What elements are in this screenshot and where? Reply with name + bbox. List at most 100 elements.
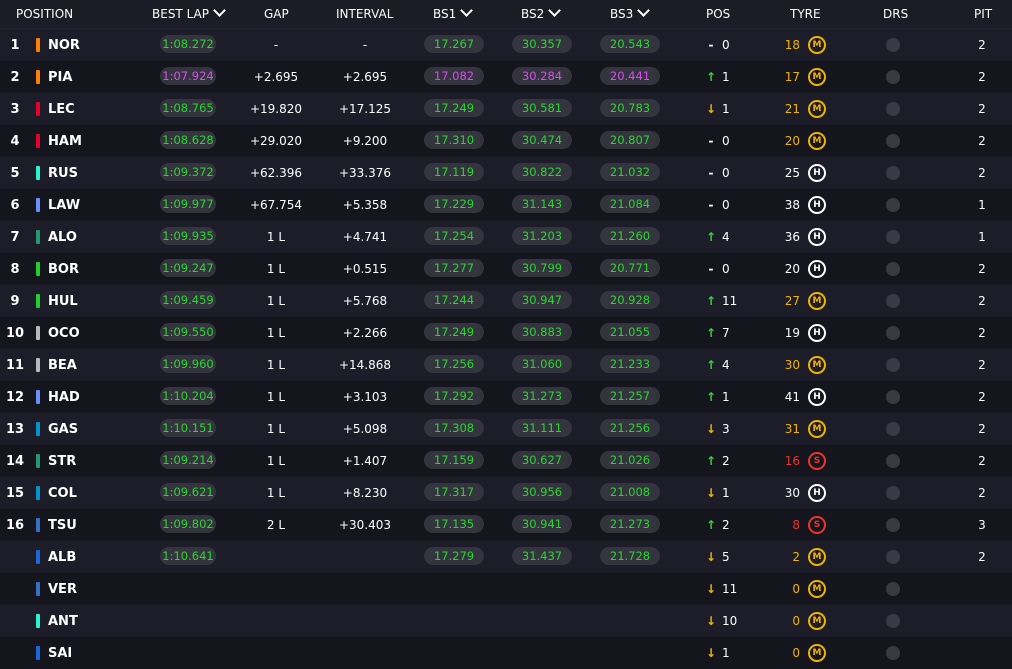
header-pit[interactable]: PIT (974, 7, 992, 21)
sector2-time: 30.947 (512, 291, 572, 309)
pit-stops: 2 (978, 38, 986, 52)
team-color-bar (36, 422, 40, 436)
driver-code[interactable]: HAD (48, 390, 80, 405)
team-color-bar (36, 646, 40, 660)
tyre-compound-icon: M (808, 292, 826, 310)
table-row[interactable]: SAI ↓ 1 0 M (0, 637, 1012, 669)
position-number: 16 (5, 518, 25, 533)
driver-code[interactable]: RUS (48, 166, 78, 181)
driver-code[interactable]: STR (48, 454, 76, 469)
best-lap-time: 1:10.641 (160, 547, 216, 565)
interval-value: +5.358 (342, 198, 388, 212)
tyre-laps: 20 (784, 134, 800, 148)
gap-value: +62.396 (249, 166, 303, 180)
tyre-compound-icon: M (808, 644, 826, 662)
gap-value: 1 L (266, 262, 286, 276)
driver-code[interactable]: BOR (48, 262, 79, 277)
sector3-time: 21.260 (600, 227, 660, 245)
header-tyre[interactable]: TYRE (790, 7, 821, 21)
position-change-value: 0 (722, 198, 730, 212)
driver-code[interactable]: PIA (48, 70, 72, 85)
header-pos[interactable]: POS (706, 7, 730, 21)
header-position[interactable]: POSITION (16, 7, 73, 21)
table-row[interactable]: 14 STR 1:09.214 1 L +1.407 17.159 30.627 21.026… (0, 445, 1012, 477)
table-row[interactable]: 3 LEC 1:08.765 +19.820 +17.125 17.249 30.581 20… (0, 93, 1012, 125)
table-row[interactable]: 15 COL 1:09.621 1 L +8.230 17.317 30.956 21.008… (0, 477, 1012, 509)
driver-code[interactable]: ALB (48, 550, 76, 565)
table-row[interactable]: 1 NOR 1:08.272- -17.267 30.357 20.543-0 18 M 2 (0, 29, 1012, 61)
table-row[interactable]: 10 OCO 1:09.550 1 L +2.266 17.249 30.883 21.055… (0, 317, 1012, 349)
header-best-lap[interactable]: BEST LAP (152, 4, 226, 21)
driver-code[interactable]: OCO (48, 326, 80, 341)
driver-code[interactable]: GAS (48, 422, 78, 437)
table-row[interactable]: 9 HUL 1:09.459 1 L +5.768 17.244 30.947 20.928 ↑… (0, 285, 1012, 317)
team-color-bar (36, 38, 40, 52)
driver-code[interactable]: TSU (48, 518, 77, 533)
header-drs[interactable]: DRS (883, 7, 908, 21)
table-row[interactable]: ANT ↓ 10 0 M (0, 605, 1012, 637)
table-row[interactable]: 7 ALO 1:09.935 1 L +4.741 17.254 31.203 21.260 ↑… (0, 221, 1012, 253)
tyre-laps: 0 (792, 646, 800, 660)
header-bs1[interactable]: BS1 (433, 4, 474, 21)
table-row[interactable]: 12 HAD 1:10.204 1 L +3.103 17.292 31.273 21.257… (0, 381, 1012, 413)
best-lap-time: 1:10.204 (160, 387, 216, 405)
driver-code[interactable]: ALO (48, 230, 77, 245)
driver-code[interactable]: LEC (48, 102, 75, 117)
header-best-lap-label: BEST LAP (152, 7, 209, 21)
drs-indicator (886, 230, 900, 244)
table-header: POSITION BEST LAP GAP INTERVAL BS1 BS2 B… (0, 0, 1012, 29)
interval-value: +2.695 (342, 70, 388, 84)
sector1-time: 17.308 (424, 419, 484, 437)
sector2-time: 31.203 (512, 227, 572, 245)
header-interval[interactable]: INTERVAL (336, 7, 393, 21)
table-row[interactable]: 13 GAS 1:10.151 1 L +5.098 17.308 31.111 21.256… (0, 413, 1012, 445)
tyre-laps: 18 (784, 38, 800, 52)
position-change: -0 (704, 166, 730, 180)
position-change: ↑ 2 (704, 454, 730, 468)
sector2-time: 30.474 (512, 131, 572, 149)
arrow-up-icon: ↑ (705, 326, 717, 340)
position-change: ↓ 1 (704, 646, 730, 660)
position-change-value: 11 (722, 294, 738, 308)
driver-code[interactable]: COL (48, 486, 77, 501)
table-row[interactable]: 5 RUS 1:09.372 +62.396 +33.376 17.119 30.822 21… (0, 157, 1012, 189)
position-change: -0 (704, 198, 730, 212)
interval-value: +3.103 (342, 390, 388, 404)
best-lap-time: 1:09.802 (160, 515, 216, 533)
table-row[interactable]: 6 LAW 1:09.977 +67.754 +5.358 17.229 31.143 21.… (0, 189, 1012, 221)
driver-code[interactable]: LAW (48, 198, 80, 213)
sector1-time: 17.317 (424, 483, 484, 501)
position-change-value: 2 (722, 518, 730, 532)
driver-code[interactable]: NOR (48, 38, 80, 53)
tyre-compound-icon: M (808, 36, 826, 54)
drs-indicator (886, 422, 900, 436)
driver-code[interactable]: ANT (48, 614, 78, 629)
table-row[interactable]: 11 BEA 1:09.960 1 L +14.868 17.256 31.060 21.23… (0, 349, 1012, 381)
driver-code[interactable]: VER (48, 582, 77, 597)
sector1-time: 17.082 (424, 67, 484, 85)
table-row[interactable]: 2 PIA 1:07.924 +2.695 +2.695 17.082 30.284 20.4… (0, 61, 1012, 93)
table-row[interactable]: 16 TSU 1:09.802 2 L +30.403 17.135 30.941 21.27… (0, 509, 1012, 541)
table-row[interactable]: VER ↓ 11 0 M (0, 573, 1012, 605)
table-row[interactable]: 8 BOR 1:09.247 1 L +0.515 17.277 30.799 20.771 -… (0, 253, 1012, 285)
driver-code[interactable]: HUL (48, 294, 78, 309)
table-row[interactable]: 4 HAM 1:08.628 +29.020 +9.200 17.310 30.474 20.… (0, 125, 1012, 157)
tyre-compound-icon: M (808, 356, 826, 374)
team-color-bar (36, 550, 40, 564)
header-gap[interactable]: GAP (264, 7, 289, 21)
driver-code[interactable]: HAM (48, 134, 82, 149)
sector1-time: 17.135 (424, 515, 484, 533)
driver-code[interactable]: SAI (48, 646, 72, 661)
header-bs2[interactable]: BS2 (521, 4, 562, 21)
team-color-bar (36, 294, 40, 308)
header-bs3[interactable]: BS3 (610, 4, 651, 21)
sector3-time: 21.233 (600, 355, 660, 373)
sector2-time: 30.956 (512, 483, 572, 501)
team-color-bar (36, 358, 40, 372)
tyre-compound-icon: H (808, 196, 826, 214)
team-color-bar (36, 198, 40, 212)
table-row[interactable]: ALB 1:10.641 17.279 31.437 21.728 ↓ 5 2 M 2 (0, 541, 1012, 573)
drs-indicator (886, 70, 900, 84)
tyre-laps: 0 (792, 614, 800, 628)
driver-code[interactable]: BEA (48, 358, 77, 373)
